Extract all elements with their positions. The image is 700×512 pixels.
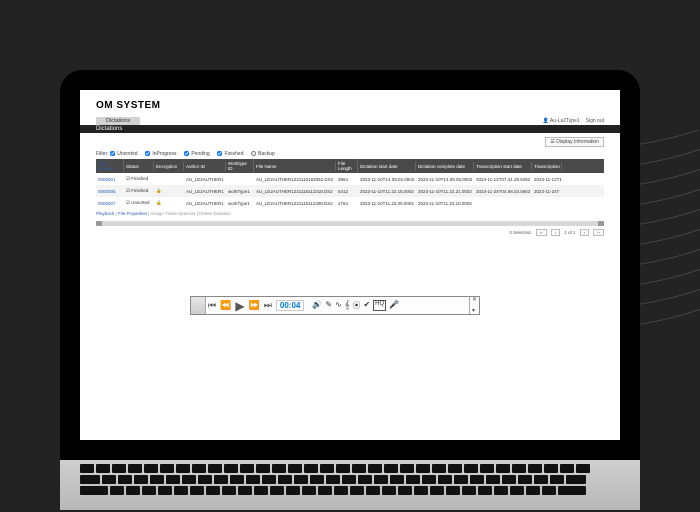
scroll-right-arrow[interactable] bbox=[598, 221, 604, 226]
delete-link: Delete Dictation bbox=[199, 211, 231, 216]
playback-link[interactable]: Playback bbox=[96, 211, 114, 216]
filter-inprogress[interactable]: InProgress bbox=[145, 151, 177, 157]
page-indicator: 1 of 1 bbox=[564, 230, 575, 235]
row-action-links: Playback | File Properties | Assign Tran… bbox=[80, 209, 620, 218]
check-icon[interactable]: ✔ bbox=[363, 300, 370, 311]
skip-end-icon[interactable]: ⏭ bbox=[262, 301, 274, 310]
filter-unsorted[interactable]: Unsorted bbox=[110, 151, 138, 157]
brand-logo: OM SYSTEM bbox=[80, 90, 620, 117]
filter-pending[interactable]: Pending bbox=[184, 151, 210, 157]
page-first[interactable]: ‹‹ bbox=[536, 229, 547, 236]
selection-count: 3 Selected. bbox=[509, 230, 532, 235]
col-status[interactable]: Status bbox=[124, 162, 154, 171]
audio-player: ⏮ ⏪ ▶ ⏩ ⏭ 00:04 🔊 ✎ ∿ 𝄞 ⦿ ✔ HQ 🎤 ✕ bbox=[190, 296, 480, 315]
forward-icon[interactable]: ⏩ bbox=[247, 301, 262, 310]
status-filter: Filter: Unsorted InProgress Pending Fini… bbox=[80, 147, 620, 159]
mic-icon[interactable]: 🎤 bbox=[389, 300, 399, 311]
screen-bezel: OM SYSTEM Dictations 👤 Au-La2Type1 Sign … bbox=[60, 70, 640, 460]
topbar: Dictations 👤 Au-La2Type1 Sign out bbox=[80, 117, 620, 125]
col-filename[interactable]: File Name bbox=[254, 162, 336, 171]
display-information-button[interactable]: ☰ Display Information bbox=[545, 137, 604, 147]
play-icon[interactable]: ▶ bbox=[233, 300, 246, 312]
col-transcription[interactable]: Transcription bbox=[532, 162, 562, 171]
page-next[interactable]: › bbox=[580, 229, 590, 236]
col-job[interactable]: Job Number bbox=[96, 159, 124, 173]
laptop-mockup: OM SYSTEM Dictations 👤 Au-La2Type1 Sign … bbox=[60, 70, 640, 510]
pagination: 3 Selected. ‹‹ ‹ 1 of 1 › ›› bbox=[80, 226, 620, 239]
page-title: Dictations bbox=[80, 125, 620, 133]
col-author[interactable]: Author ID bbox=[184, 162, 226, 171]
assign-link: Assign Transcriptionist bbox=[150, 211, 195, 216]
table-row[interactable]: 0000007 ☑ Unsorted 🔒 AU_LE2AUTHER1 workT… bbox=[96, 197, 604, 209]
player-time: 00:04 bbox=[276, 300, 304, 311]
col-worktype[interactable]: Worktype ID bbox=[226, 159, 254, 173]
filter-backup[interactable]: Backup bbox=[251, 151, 275, 157]
col-transcription-start[interactable]: Transcription start date bbox=[474, 162, 532, 171]
col-encryption[interactable]: Encryption bbox=[154, 162, 184, 171]
file-properties-link[interactable]: File Properties bbox=[118, 211, 147, 216]
treble-icon[interactable]: 𝄞 bbox=[345, 300, 350, 311]
filter-label: Filter: bbox=[96, 151, 109, 157]
table-header: Job Number Status Encryption Author ID W… bbox=[96, 159, 604, 173]
player-progress[interactable] bbox=[191, 297, 206, 314]
table-row[interactable]: 0000001 ☑ Finished AU_LE2AUTHER1 AU_LE2A… bbox=[96, 173, 604, 185]
col-dictation-complete[interactable]: Dictation complete date bbox=[416, 162, 474, 171]
broadcast-icon[interactable]: ⦿ bbox=[352, 300, 360, 311]
dictations-table: Job Number Status Encryption Author ID W… bbox=[96, 159, 604, 209]
col-length[interactable]: File Length bbox=[336, 159, 358, 173]
volume-icon[interactable]: 🔊 bbox=[312, 300, 322, 311]
skip-start-icon[interactable]: ⏮ bbox=[206, 301, 218, 310]
horizontal-scrollbar[interactable] bbox=[96, 221, 604, 226]
close-player-icon[interactable]: ✕ bbox=[470, 297, 479, 303]
tab-dictations[interactable]: Dictations bbox=[96, 117, 140, 125]
filter-finished[interactable]: Finished bbox=[217, 151, 243, 157]
col-dictation-start[interactable]: Dictation start date bbox=[358, 162, 416, 171]
edit-icon[interactable]: ✎ bbox=[325, 300, 332, 311]
player-menu-icon[interactable]: ▾ bbox=[470, 308, 479, 314]
app-screen: OM SYSTEM Dictations 👤 Au-La2Type1 Sign … bbox=[80, 90, 620, 440]
lock-icon: 🔒 bbox=[154, 185, 184, 197]
signout-link[interactable]: Sign out bbox=[586, 118, 604, 124]
page-last[interactable]: ›› bbox=[593, 229, 604, 236]
laptop-keyboard bbox=[60, 460, 640, 510]
rewind-icon[interactable]: ⏪ bbox=[218, 301, 233, 310]
table-row[interactable]: 0000005 ☑ Finished 🔒 AU_LE2AUTHER1 workT… bbox=[96, 185, 604, 197]
user-label[interactable]: 👤 Au-La2Type1 bbox=[543, 118, 580, 124]
page-prev[interactable]: ‹ bbox=[551, 229, 561, 236]
waveform-icon[interactable]: ∿ bbox=[335, 300, 342, 311]
high-quality-icon[interactable]: HQ bbox=[373, 300, 386, 311]
lock-icon: 🔒 bbox=[154, 197, 184, 209]
